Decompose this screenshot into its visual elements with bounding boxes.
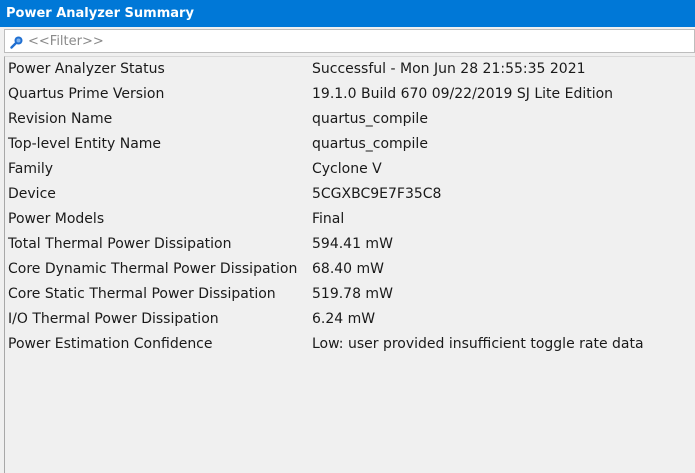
row-name: Device	[8, 186, 56, 202]
window-title: Power Analyzer Summary	[0, 0, 695, 27]
row-value: 19.1.0 Build 670 09/22/2019 SJ Lite Edit…	[312, 86, 614, 102]
row-name: Power Estimation Confidence	[8, 336, 213, 352]
row-name: Top-level Entity Name	[8, 136, 162, 152]
row-value: Successful - Mon Jun 28 21:55:35 2021	[312, 61, 586, 77]
row-value: quartus_compile	[312, 111, 428, 127]
row-name: Power Models	[8, 211, 105, 227]
row-value: Low: user provided insufficient toggle r…	[312, 336, 644, 352]
table-row[interactable]: Total Thermal Power Dissipation 594.41 m…	[5, 232, 695, 257]
filter-input[interactable]	[28, 31, 668, 51]
table-row[interactable]: Power Estimation Confidence Low: user pr…	[5, 332, 695, 357]
row-value: 5CGXBC9E7F35C8	[312, 186, 442, 202]
row-name: Core Dynamic Thermal Power Dissipation	[8, 261, 298, 277]
row-name: Quartus Prime Version	[8, 86, 165, 102]
search-icon	[10, 34, 24, 49]
row-name: Power Analyzer Status	[8, 61, 165, 77]
summary-table: Power Analyzer Status Successful - Mon J…	[4, 56, 695, 473]
row-value: 68.40 mW	[312, 261, 385, 277]
row-value: Cyclone V	[312, 161, 382, 177]
row-value: 519.78 mW	[312, 286, 393, 302]
row-name: Total Thermal Power Dissipation	[8, 236, 232, 252]
row-name: I/O Thermal Power Dissipation	[8, 311, 219, 327]
table-row[interactable]: Top-level Entity Name quartus_compile	[5, 132, 695, 157]
row-name: Family	[8, 161, 54, 177]
filter-bar[interactable]	[4, 29, 695, 53]
table-row[interactable]: Core Dynamic Thermal Power Dissipation 6…	[5, 257, 695, 282]
table-row[interactable]: Power Analyzer Status Successful - Mon J…	[5, 57, 695, 82]
table-row[interactable]: Power Models Final	[5, 207, 695, 232]
power-analyzer-summary-window: Power Analyzer Summary Power Analyzer St…	[0, 0, 695, 473]
table-row[interactable]: Revision Name quartus_compile	[5, 107, 695, 132]
row-value: 594.41 mW	[312, 236, 393, 252]
table-row[interactable]: I/O Thermal Power Dissipation 6.24 mW	[5, 307, 695, 332]
table-row[interactable]: Device 5CGXBC9E7F35C8	[5, 182, 695, 207]
row-name: Core Static Thermal Power Dissipation	[8, 286, 276, 302]
table-row[interactable]: Family Cyclone V	[5, 157, 695, 182]
row-value: Final	[312, 211, 345, 227]
row-name: Revision Name	[8, 111, 113, 127]
row-value: quartus_compile	[312, 136, 428, 152]
table-row[interactable]: Core Static Thermal Power Dissipation 51…	[5, 282, 695, 307]
table-row[interactable]: Quartus Prime Version 19.1.0 Build 670 0…	[5, 82, 695, 107]
row-value: 6.24 mW	[312, 311, 376, 327]
